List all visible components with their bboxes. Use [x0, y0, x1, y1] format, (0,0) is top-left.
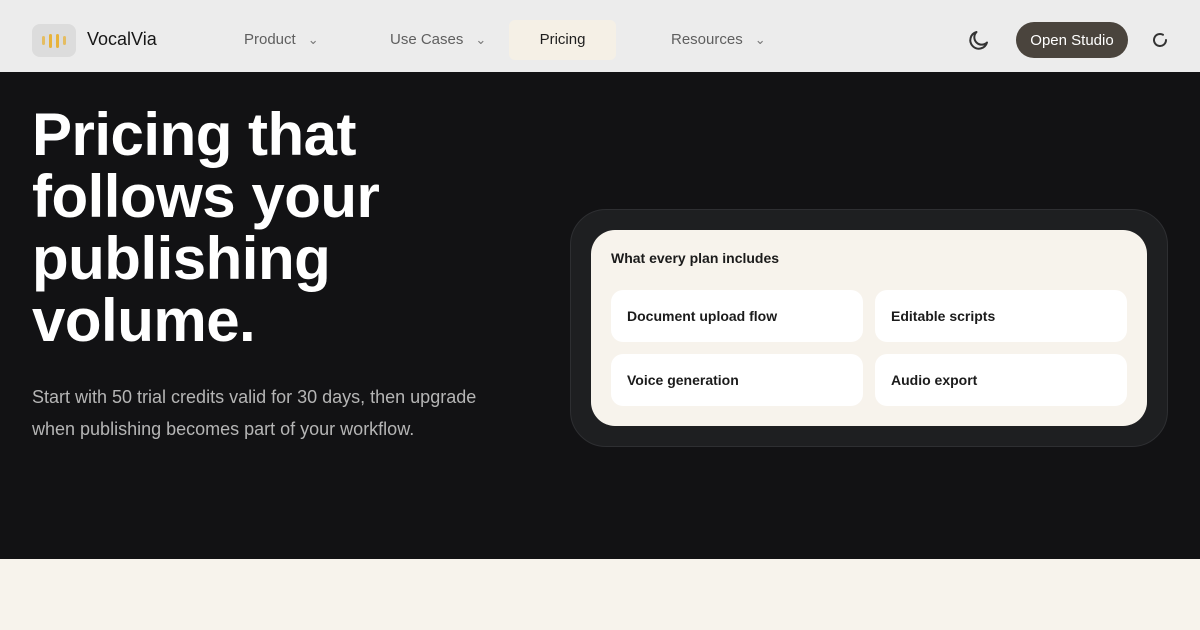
spinner-icon — [1153, 33, 1167, 47]
chevron-down-icon: ⌄ — [475, 32, 487, 47]
nav-item-pricing[interactable]: Pricing — [509, 20, 616, 60]
nav-item-product[interactable]: Product ⌄ — [244, 20, 319, 60]
chevron-down-icon: ⌄ — [307, 32, 319, 47]
waveform-bar — [42, 36, 45, 45]
nav-item-label: Product — [244, 31, 296, 48]
feature-tile: Editable scripts — [875, 290, 1127, 342]
top-navbar: VocalVia Product ⌄ Use Cases ⌄ Pricing R… — [0, 0, 1200, 72]
brand-name[interactable]: VocalVia — [87, 29, 157, 49]
moon-icon[interactable] — [967, 28, 991, 52]
waveform-bar — [56, 33, 59, 48]
page-title: Pricing that follows your publishing vol… — [32, 101, 380, 354]
hero-subtitle: Start with 50 trial credits valid for 30… — [32, 387, 477, 439]
feature-tile: Voice generation — [611, 354, 863, 406]
plan-includes-heading: What every plan includes — [611, 250, 780, 266]
nav-item-label: Pricing — [539, 31, 586, 48]
nav-item-resources[interactable]: Resources ⌄ — [671, 20, 766, 60]
feature-tile: Audio export — [875, 354, 1127, 406]
nav-item-use-cases[interactable]: Use Cases ⌄ — [390, 20, 486, 60]
audio-waveform-icon[interactable] — [32, 24, 76, 57]
nav-item-label: Use Cases — [390, 31, 464, 48]
chevron-down-icon: ⌄ — [754, 32, 766, 47]
feature-tile: Document upload flow — [611, 290, 863, 342]
waveform-bar — [49, 33, 52, 48]
waveform-bar — [63, 36, 66, 45]
open-studio-button[interactable]: Open Studio — [1016, 22, 1128, 58]
nav-item-label: Resources — [671, 31, 743, 48]
